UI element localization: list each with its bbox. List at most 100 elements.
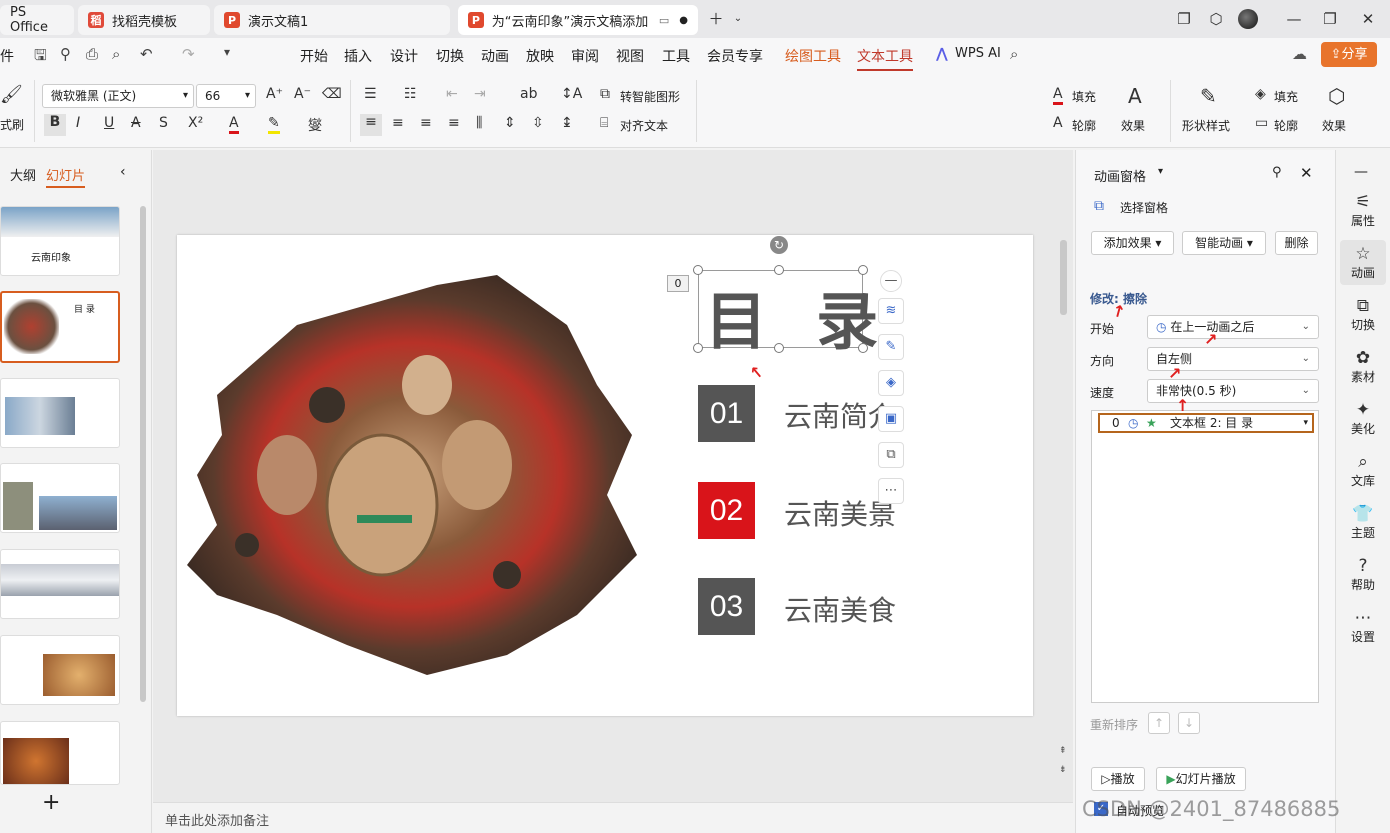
phonetic-icon[interactable]: 燮 xyxy=(308,115,322,135)
avatar[interactable] xyxy=(1238,9,1258,29)
sidebar-library[interactable]: ⌕ 文库 xyxy=(1340,452,1386,489)
grow-font-icon[interactable]: A⁺ xyxy=(266,86,283,102)
menu-design[interactable]: 设计 xyxy=(390,46,418,66)
outline-icon[interactable]: ▣ xyxy=(878,406,904,432)
italic-icon[interactable]: I xyxy=(76,115,80,131)
tab-presentation1[interactable]: P 演示文稿1 xyxy=(214,5,450,35)
bullets-icon[interactable]: ☰ xyxy=(364,86,377,102)
slide-thumb-3[interactable] xyxy=(0,378,120,448)
chevron-down-icon[interactable]: ▾ xyxy=(1303,415,1308,431)
layers-icon[interactable]: ≋ xyxy=(878,298,904,324)
chevron-down-icon[interactable]: ⌄ xyxy=(726,8,750,30)
menu-start[interactable]: 开始 xyxy=(300,46,328,66)
scroll-up-icon[interactable]: ⇞ xyxy=(1059,746,1067,756)
text-outline-icon[interactable]: A xyxy=(1053,115,1063,131)
menu-text-tools[interactable]: 文本工具 xyxy=(857,46,913,71)
sort-icon[interactable]: ↕A xyxy=(561,86,582,102)
slideshow-button[interactable]: ▶幻灯片播放 xyxy=(1156,767,1246,791)
sidebar-help[interactable]: ? 帮助 xyxy=(1340,556,1386,593)
tab-outline[interactable]: 大纲 xyxy=(10,165,36,184)
numbering-icon[interactable]: ☷ xyxy=(404,86,417,102)
rotate-handle-icon[interactable]: ↻ xyxy=(770,236,788,254)
vertical-scrollbar[interactable] xyxy=(1060,240,1067,315)
collapse-panel-icon[interactable]: ‹ xyxy=(120,164,126,180)
spacing-icon[interactable]: ↨ xyxy=(561,115,573,131)
shape-style-icon[interactable]: ✎ xyxy=(1200,84,1217,108)
start-select[interactable]: ◷ 在上一动画之后 ⌄ xyxy=(1147,315,1319,339)
font-color-icon[interactable]: A xyxy=(229,115,239,134)
underline-icon[interactable]: U xyxy=(104,115,114,131)
menu-insert[interactable]: 插入 xyxy=(344,46,372,66)
tab-docer-templates[interactable]: 稻找稻壳模板 xyxy=(78,5,210,35)
play-button[interactable]: ▷播放 xyxy=(1091,767,1145,791)
format-painter-icon[interactable]: 🖌 xyxy=(0,84,23,105)
pin-icon[interactable]: ⚲ xyxy=(1272,165,1282,180)
close-icon[interactable]: ✕ xyxy=(1356,8,1380,30)
format-painter-label[interactable]: 式刷 xyxy=(0,116,24,133)
more-icon[interactable]: ▾ xyxy=(224,45,230,59)
sidebar-animation[interactable]: ☆ 动画 xyxy=(1340,240,1386,285)
slide-thumb-5[interactable] xyxy=(0,549,120,619)
menu-file[interactable]: 件 xyxy=(0,46,14,66)
tile-windows-icon[interactable]: ❐ xyxy=(1172,8,1196,30)
sidebar-beautify[interactable]: ✦ 美化 xyxy=(1340,400,1386,437)
tab-wps-office[interactable]: PS Office xyxy=(0,5,74,35)
resize-handle[interactable] xyxy=(693,265,703,275)
smart-graphic-icon[interactable]: ⧉ xyxy=(600,86,610,102)
fill-icon[interactable]: ◈ xyxy=(878,370,904,396)
font-family-select[interactable]: 微软雅黑 (正文) ▾ xyxy=(42,84,194,108)
superscript-icon[interactable]: X² xyxy=(188,115,203,131)
text-effect-button[interactable]: 效果 xyxy=(1121,117,1145,134)
text-direction-icon[interactable]: ab xyxy=(520,86,537,102)
shape-effect-button[interactable]: 效果 xyxy=(1322,117,1346,134)
cube-icon[interactable]: ⬡ xyxy=(1204,8,1228,30)
cloud-icon[interactable]: ☁ xyxy=(1292,45,1307,63)
collapse-toolbar-icon[interactable]: — xyxy=(880,270,902,292)
align-center-icon[interactable]: ≡ xyxy=(392,115,404,131)
export-icon[interactable]: ⚲ xyxy=(60,45,71,63)
shrink-font-icon[interactable]: A⁻ xyxy=(294,86,311,102)
sidebar-theme[interactable]: 👕 主题 xyxy=(1340,504,1386,541)
add-slide-button[interactable]: + xyxy=(42,790,60,815)
decrease-indent-icon[interactable]: ⇤ xyxy=(446,86,458,102)
scrollbar[interactable] xyxy=(140,206,146,702)
slide-thumb-7[interactable] xyxy=(0,721,120,785)
move-down-button[interactable]: ↓ xyxy=(1178,712,1200,734)
slide-canvas[interactable]: 目 录 ↻ 0 01 云南简介 02 云南美景 03 云南美食 ↑ xyxy=(177,235,1033,716)
text-outline-button[interactable]: 轮廓 xyxy=(1072,117,1096,134)
notes-area[interactable]: 单击此处添加备注 xyxy=(153,802,1073,833)
redo-icon[interactable]: ↷ xyxy=(182,45,195,63)
resize-handle[interactable] xyxy=(858,265,868,275)
share-button[interactable]: ⇪分享 xyxy=(1321,42,1377,67)
tab-active-document[interactable]: P 为“云南印象”演示文稿添加 ▭ ● xyxy=(458,5,698,35)
shape-style-button[interactable]: 形状样式 xyxy=(1182,117,1230,134)
resize-handle[interactable] xyxy=(774,265,784,275)
align-text-button[interactable]: 对齐文本 xyxy=(620,117,668,134)
close-pane-icon[interactable]: ✕ xyxy=(1300,164,1313,182)
shape-outline-button[interactable]: 轮廓 xyxy=(1274,117,1298,134)
restore-icon[interactable]: ❐ xyxy=(1318,8,1342,30)
menu-wps-ai[interactable]: WPS AI xyxy=(955,46,1001,61)
menu-slideshow[interactable]: 放映 xyxy=(526,46,554,66)
bold-icon[interactable]: B xyxy=(44,114,66,136)
shape-fill-icon[interactable]: ◈ xyxy=(1255,86,1266,102)
resize-handle[interactable] xyxy=(774,343,784,353)
smart-animation-button[interactable]: 智能动画 ▾ xyxy=(1182,231,1266,255)
slide-thumb-2[interactable]: 目 录 xyxy=(0,291,120,363)
resize-handle[interactable] xyxy=(858,343,868,353)
menu-view[interactable]: 视图 xyxy=(616,46,644,66)
distribute-icon[interactable]: ⫼ xyxy=(476,115,482,131)
align-text-icon[interactable]: ⌸ xyxy=(600,115,608,131)
tab-slides[interactable]: 幻灯片 xyxy=(46,165,86,188)
sidebar-materials[interactable]: ✿ 素材 xyxy=(1340,348,1386,385)
highlight-icon[interactable]: ✎ xyxy=(268,115,280,134)
slide-thumb-4[interactable] xyxy=(0,463,120,533)
search-icon[interactable]: ⌕ xyxy=(1010,45,1018,63)
menu-member[interactable]: 会员专享 xyxy=(707,46,763,66)
new-tab-icon[interactable]: ＋ xyxy=(704,8,728,30)
more-options-icon[interactable]: ⋯ xyxy=(878,478,904,504)
line-spacing-icon[interactable]: ⇕ xyxy=(504,115,516,131)
align-left-icon[interactable]: ≡ xyxy=(360,114,382,136)
scroll-down-icon[interactable]: ⇟ xyxy=(1059,765,1067,775)
animation-list-item[interactable]: 0 ◷ ★ 文本框 2: 目 录 ▾ xyxy=(1098,413,1314,433)
